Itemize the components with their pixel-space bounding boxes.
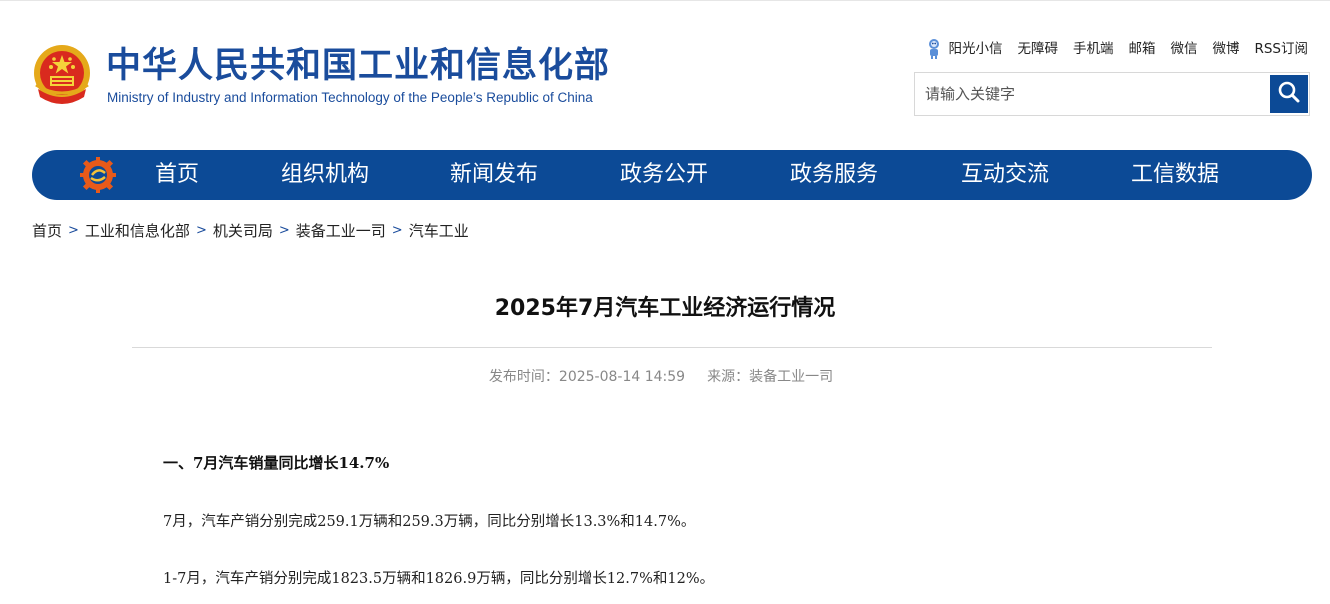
nav-item-government-affairs[interactable]: 政务公开 [620, 150, 708, 200]
national-emblem-icon[interactable] [30, 43, 94, 109]
article-paragraph: 7月，汽车产销分别完成259.1万辆和259.3万辆，同比分别增长13.3%和1… [163, 514, 696, 530]
wechat-link[interactable]: 微信 [1170, 39, 1197, 59]
top-border [0, 0, 1330, 1]
breadcrumb-separator: > [195, 223, 207, 238]
breadcrumb-miit[interactable]: 工业和信息化部 [85, 220, 190, 241]
source-label: 来源： [707, 369, 750, 385]
article-paragraph: 1-7月，汽车产销分别完成1823.5万辆和1826.9万辆，同比分别增长12.… [163, 571, 715, 587]
mailbox-link[interactable]: 邮箱 [1128, 39, 1155, 59]
nav-item-home[interactable]: 首页 [155, 150, 199, 200]
main-nav: 首页 组织机构 新闻发布 政务公开 政务服务 互动交流 工信数据 [32, 150, 1312, 200]
search-icon [1277, 80, 1301, 108]
publish-label: 发布时间： [488, 369, 559, 385]
weibo-link[interactable]: 微博 [1212, 39, 1239, 59]
breadcrumb: 首页 > 工业和信息化部 > 机关司局 > 装备工业一司 > 汽车工业 [32, 220, 469, 241]
mobile-link[interactable]: 手机端 [1073, 39, 1114, 59]
publish-time: 2025-08-14 14:59 [558, 369, 686, 385]
breadcrumb-separator: > [68, 223, 79, 238]
article-meta: 发布时间：2025-08-14 14:59 来源：装备工业一司 [0, 366, 1322, 386]
nav-item-government-services[interactable]: 政务服务 [790, 150, 878, 200]
breadcrumb-home[interactable]: 首页 [32, 220, 62, 241]
nav-item-interaction[interactable]: 互动交流 [961, 150, 1049, 200]
robot-icon [926, 38, 942, 60]
nav-item-organization[interactable]: 组织机构 [281, 150, 369, 200]
article-title: 2025年7月汽车工业经济运行情况 [494, 296, 836, 321]
site-title-english[interactable]: Ministry of Industry and Information Tec… [107, 89, 593, 107]
breadcrumb-auto-industry[interactable]: 汽车工业 [409, 220, 469, 241]
gear-logo-icon [80, 157, 116, 193]
breadcrumb-equipment-dept[interactable]: 装备工业一司 [296, 220, 386, 241]
breadcrumb-departments[interactable]: 机关司局 [213, 220, 273, 241]
search-box [914, 72, 1310, 116]
nav-item-data[interactable]: 工信数据 [1131, 150, 1219, 200]
top-links: 阳光小信 无障碍 手机端 邮箱 微信 微博 RSS订阅 [926, 38, 1308, 60]
search-button[interactable] [1270, 75, 1308, 113]
section-heading: 一、7月汽车销量同比增长14.7% [163, 454, 390, 472]
title-divider [132, 347, 1212, 348]
breadcrumb-separator: > [278, 223, 290, 238]
search-input[interactable] [915, 73, 1271, 115]
site-title[interactable]: 中华人民共和国工业和信息化部 [106, 44, 610, 88]
accessibility-link[interactable]: 无障碍 [1017, 39, 1058, 59]
rss-link[interactable]: RSS订阅 [1254, 39, 1308, 59]
sunshine-xiaoxin-link[interactable]: 阳光小信 [926, 38, 1002, 60]
breadcrumb-separator: > [391, 223, 403, 238]
toplink-label: 阳光小信 [948, 41, 1003, 57]
source-value: 装备工业一司 [749, 369, 834, 385]
nav-item-news[interactable]: 新闻发布 [450, 150, 538, 200]
